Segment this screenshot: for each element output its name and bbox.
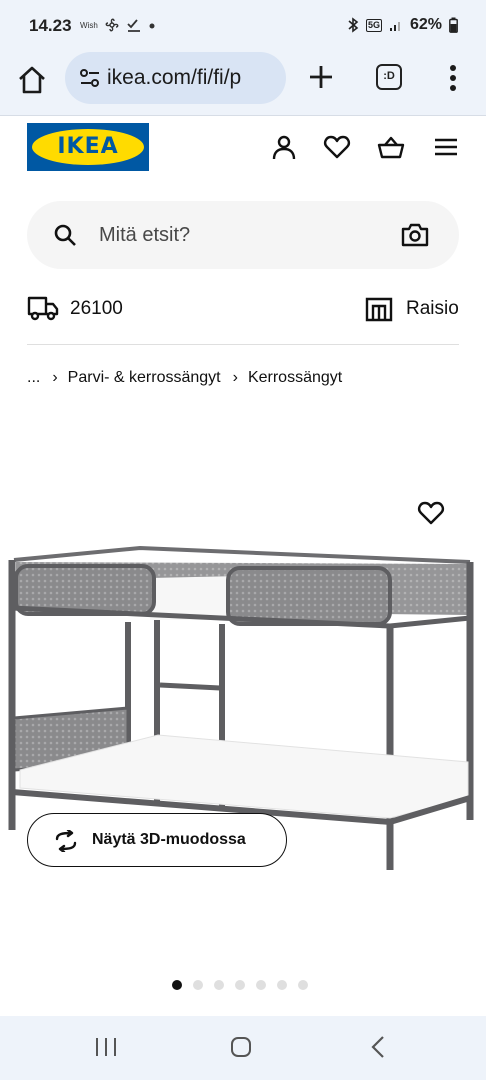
breadcrumb-item-bunk-loft-beds[interactable]: Parvi- & kerrossängyt (68, 369, 221, 387)
store-name[interactable]: Raisio (406, 298, 459, 320)
carousel-dot[interactable] (277, 980, 287, 990)
home-icon[interactable] (16, 64, 48, 96)
shopping-bag-icon[interactable] (377, 133, 405, 161)
view-in-3d-label: Näytä 3D-muodossa (92, 831, 246, 848)
breadcrumb-ellipsis[interactable]: ... (27, 369, 40, 387)
status-right-icons: 5G 62% (347, 16, 458, 34)
checklist-icon (127, 19, 140, 32)
battery-percent: 62% (409, 16, 442, 33)
system-navigation-bar (0, 1016, 486, 1080)
carousel-dot[interactable] (298, 980, 308, 990)
site-settings-icon[interactable] (79, 68, 101, 88)
breadcrumb: ... › Parvi- & kerrossängyt › Kerrossäng… (27, 369, 342, 387)
new-tab-icon[interactable] (306, 62, 336, 92)
search-icon[interactable] (53, 223, 77, 247)
delivery-truck-icon[interactable] (27, 295, 59, 321)
camera-search-icon[interactable] (401, 223, 429, 247)
more-options-icon[interactable] (446, 64, 460, 92)
search-bar[interactable] (27, 201, 459, 269)
tab-switcher-button[interactable]: :D (376, 64, 402, 90)
network-type-badge: 5G (365, 18, 382, 32)
address-bar[interactable]: ikea.com/fi/fi/p (65, 52, 286, 104)
carousel-indicators (172, 980, 308, 990)
wish-app-label: Wish (80, 20, 98, 30)
account-icon[interactable] (270, 133, 298, 161)
favourites-icon[interactable] (323, 133, 351, 161)
search-input[interactable] (99, 220, 379, 250)
logo-text: IKEA (57, 134, 119, 159)
carousel-dot[interactable] (256, 980, 266, 990)
logo-oval: IKEA (32, 129, 144, 165)
store-icon[interactable] (365, 296, 393, 322)
status-notification-icons: Wish (80, 17, 156, 33)
home-button-icon[interactable] (230, 1036, 252, 1058)
carousel-dot[interactable] (172, 980, 182, 990)
url-text[interactable]: ikea.com/fi/fi/p (107, 66, 279, 90)
rotate-3d-icon (55, 830, 77, 852)
browser-toolbar: ikea.com/fi/fi/p :D (0, 52, 486, 116)
fan-icon (105, 18, 119, 32)
status-time: 14.23 (29, 16, 72, 35)
view-in-3d-button[interactable]: Näytä 3D-muodossa (27, 813, 287, 867)
carousel-dot[interactable] (235, 980, 245, 990)
status-bar: 14.23 Wish 5G 62% (0, 0, 486, 52)
chevron-right-icon: › (52, 369, 58, 386)
recent-apps-icon[interactable] (94, 1036, 118, 1058)
battery-icon (449, 17, 458, 33)
divider (27, 344, 459, 345)
back-icon[interactable] (370, 1035, 386, 1059)
add-to-favourites-icon[interactable] (417, 500, 445, 526)
carousel-dot[interactable] (214, 980, 224, 990)
delivery-postcode[interactable]: 26100 (70, 298, 123, 320)
ikea-logo[interactable]: IKEA (27, 123, 149, 171)
menu-icon[interactable] (432, 133, 460, 161)
chevron-right-icon: › (232, 369, 238, 386)
breadcrumb-item-bunk-beds[interactable]: Kerrossängyt (248, 369, 342, 387)
carousel-dot[interactable] (193, 980, 203, 990)
bluetooth-icon (348, 17, 359, 33)
dot-icon (149, 23, 155, 29)
signal-icon (389, 22, 400, 31)
